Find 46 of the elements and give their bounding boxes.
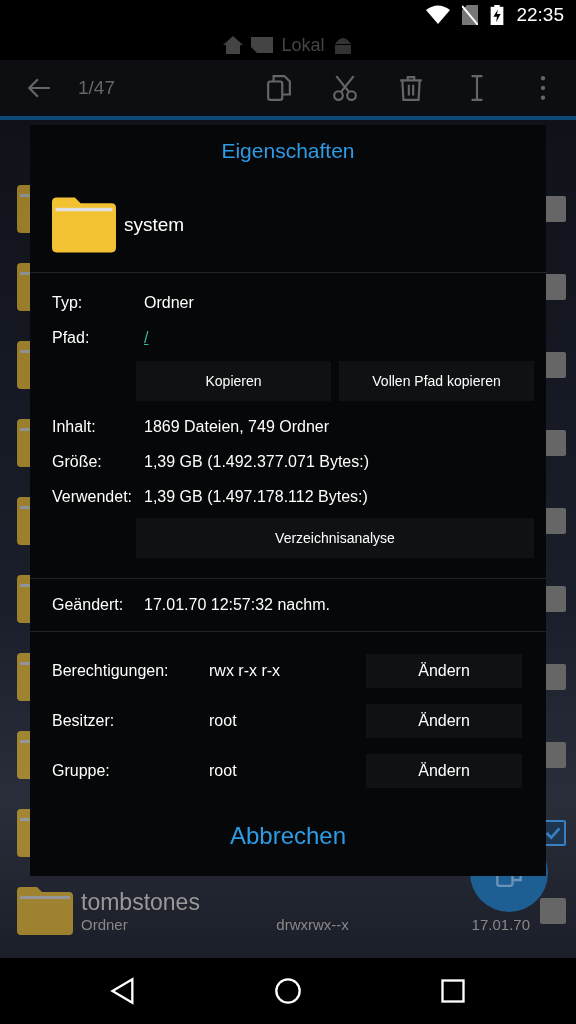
file-type: Ordner	[81, 916, 129, 933]
wifi-icon	[426, 5, 451, 25]
battery-charging-icon	[490, 5, 505, 25]
property-value: 1,39 GB (1.497.178.112 Bytes:)	[144, 487, 368, 506]
change-button[interactable]: Ändern	[366, 754, 522, 788]
folder-icon	[52, 196, 116, 253]
path-link[interactable]: /	[144, 328, 149, 347]
property-label: Typ:	[52, 293, 84, 312]
property-label: Verwendet:	[52, 487, 134, 506]
change-button[interactable]: Ändern	[366, 704, 522, 738]
dialog-title: Eigenschaften	[221, 139, 355, 163]
property-label: Gruppe:	[52, 762, 111, 780]
property-label: Besitzer:	[52, 712, 116, 730]
analysis-button[interactable]: Verzeichnisanalyse	[136, 518, 534, 558]
property-value: rwx r-x r-x	[209, 662, 282, 680]
selection-counter: 1/47	[78, 77, 116, 99]
property-value: root	[209, 762, 238, 780]
property-label: Pfad:	[52, 328, 91, 347]
clock-time: 22:35	[516, 4, 564, 26]
copy-icon[interactable]	[266, 75, 292, 101]
copy-path-button[interactable]: Kopieren	[136, 361, 331, 401]
sd-card-icon	[251, 36, 274, 54]
property-label: Berechtigungen:	[52, 662, 170, 680]
file-date: 17.01.70	[471, 916, 530, 933]
back-icon[interactable]	[108, 977, 137, 1005]
trash-icon[interactable]	[398, 75, 424, 101]
folder-icon	[17, 887, 73, 935]
property-value: Ordner	[144, 293, 194, 312]
copy-path-button[interactable]: Vollen Pfad kopieren	[339, 361, 534, 401]
change-button[interactable]: Ändern	[366, 654, 522, 688]
property-label: Geändert:	[52, 596, 125, 614]
scissors-icon[interactable]	[332, 75, 358, 101]
property-value: root	[209, 712, 238, 730]
property-value: 17.01.70 12:57:32 nachm.	[144, 596, 330, 614]
file-permissions: drwxrwx--x	[276, 916, 350, 933]
property-label: Größe:	[52, 452, 103, 471]
folder-name: system	[124, 213, 185, 236]
no-sim-icon	[462, 5, 479, 25]
property-label: Inhalt:	[52, 417, 97, 436]
property-value: 1,39 GB (1.492.377.071 Bytes:)	[144, 452, 370, 471]
checkbox[interactable]	[540, 898, 566, 924]
cancel-button[interactable]: Abbrechen	[219, 814, 357, 858]
home-icon[interactable]	[274, 977, 302, 1005]
property-value: 1869 Dateien, 749 Ordner	[144, 417, 329, 436]
recents-icon[interactable]	[439, 977, 468, 1005]
file-name[interactable]: tombstones	[81, 889, 200, 916]
